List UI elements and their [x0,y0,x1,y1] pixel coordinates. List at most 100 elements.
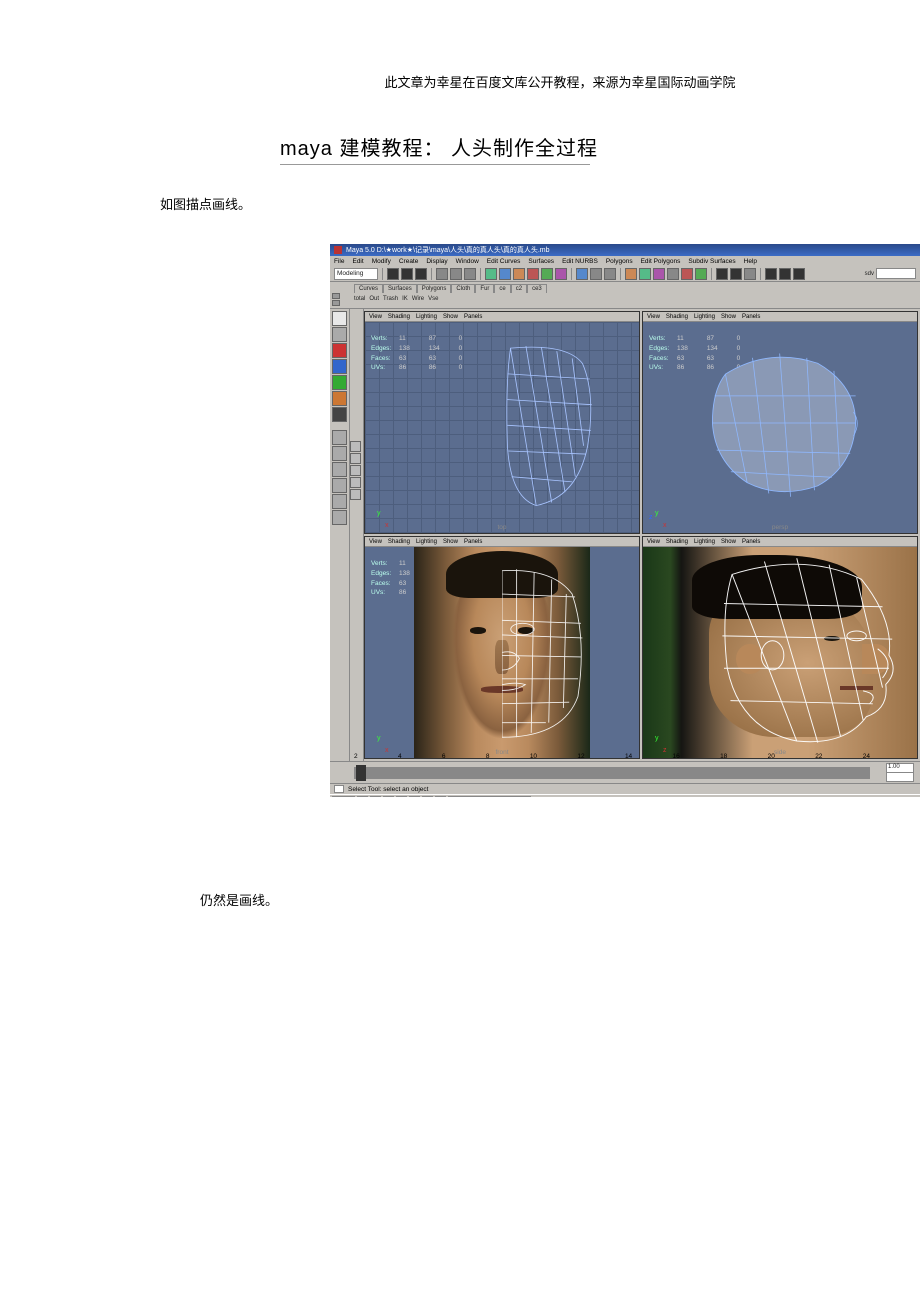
vp-shading[interactable]: Shading [388,539,410,545]
shelf-tab-polygons[interactable]: Polygons [417,284,452,293]
tb-d-icon[interactable] [716,268,728,280]
shelf-tab-cloth[interactable]: Cloth [451,284,475,293]
tb-snap6-icon[interactable] [555,268,567,280]
menu-editcurves[interactable]: Edit Curves [487,258,521,265]
menu-create[interactable]: Create [399,258,419,265]
mode-combo[interactable]: Modeling [334,268,378,280]
tray-icon[interactable] [409,796,420,797]
vp-view[interactable]: View [369,539,382,545]
tb-x-icon[interactable] [625,268,637,280]
tray-icon[interactable] [435,796,446,797]
menu-editnurbs[interactable]: Edit NURBS [562,258,598,265]
menu-file[interactable]: File [334,258,344,265]
tool-manip-icon[interactable] [332,391,347,406]
layout-three-icon[interactable] [332,478,347,493]
vp-view[interactable]: View [369,314,382,320]
tb-b-icon[interactable] [681,268,693,280]
timeline[interactable]: 24 68 1012 1416 1820 2224 1.00 [330,761,920,783]
tb-render-icon[interactable] [576,268,588,280]
vp-view[interactable]: View [647,314,660,320]
tool-last-icon[interactable] [332,407,347,422]
tb-lasso-icon[interactable] [450,268,462,280]
vp-lighting[interactable]: Lighting [416,539,437,545]
layout-b-icon[interactable] [332,510,347,525]
tool-scale-icon[interactable] [332,375,347,390]
tray-icon[interactable] [383,796,394,797]
menu-subdiv[interactable]: Subdiv Surfaces [688,258,735,265]
tb-input[interactable] [876,268,916,279]
cmd-input[interactable] [334,785,344,793]
tb-save-icon[interactable] [415,268,427,280]
tb-snap2-icon[interactable] [499,268,511,280]
tb-h-icon[interactable] [779,268,791,280]
tb-snap5-icon[interactable] [541,268,553,280]
menu-polygons[interactable]: Polygons [606,258,633,265]
vp-show[interactable]: Show [721,314,736,320]
vp-show[interactable]: Show [443,314,458,320]
tb-f-icon[interactable] [744,268,756,280]
viewport-side[interactable]: View Shading Lighting Show Panels Verts:… [642,536,918,759]
tb-new-icon[interactable] [387,268,399,280]
vp-show[interactable]: Show [721,539,736,545]
tray-icon[interactable] [396,796,407,797]
menu-display[interactable]: Display [426,258,447,265]
vp-show[interactable]: Show [443,539,458,545]
tb-e-icon[interactable] [730,268,742,280]
tray-icon[interactable] [422,796,433,797]
menu-edit[interactable]: Edit [352,258,363,265]
tb-snap3-icon[interactable] [513,268,525,280]
tray-icon[interactable] [357,796,368,797]
viewport-persp[interactable]: View Shading Lighting Show Panels Verts:… [642,311,918,534]
tb-sel-icon[interactable] [436,268,448,280]
menu-modify[interactable]: Modify [372,258,391,265]
tb-c-icon[interactable] [695,268,707,280]
shelf-tab-curves[interactable]: Curves [354,284,383,293]
vp-view[interactable]: View [647,539,660,545]
shelf-tab-surfaces[interactable]: Surfaces [383,284,417,293]
mini-e-icon[interactable] [350,489,361,500]
menu-window[interactable]: Window [456,258,479,265]
shelf-up-icon[interactable] [332,293,340,299]
tool-select-icon[interactable] [332,311,347,326]
vp-panels[interactable]: Panels [742,539,760,545]
layout-single-icon[interactable] [332,430,347,445]
tray-icon[interactable] [370,796,381,797]
mini-b-icon[interactable] [350,453,361,464]
mini-d-icon[interactable] [350,477,361,488]
time-track[interactable] [354,767,870,779]
start-button[interactable]: 开始 [332,796,355,797]
vp-panels[interactable]: Panels [464,314,482,320]
tool-move-icon[interactable] [332,343,347,358]
menu-help[interactable]: Help [744,258,757,265]
menu-surfaces[interactable]: Surfaces [528,258,554,265]
shelf-tab-ce3[interactable]: ce3 [527,284,547,293]
vp-lighting[interactable]: Lighting [416,314,437,320]
tool-lasso-icon[interactable] [332,327,347,342]
tb-snap4-icon[interactable] [527,268,539,280]
vp-shading[interactable]: Shading [388,314,410,320]
viewport-front[interactable]: View Shading Lighting Show Panels Verts:… [364,536,640,759]
shelf-tab-ce[interactable]: ce [494,284,510,293]
menu-editpolygons[interactable]: Edit Polygons [641,258,681,265]
vp-shading[interactable]: Shading [666,539,688,545]
tb-ipr-icon[interactable] [590,268,602,280]
viewport-top[interactable]: View Shading Lighting Show Panels Verts:… [364,311,640,534]
mini-c-icon[interactable] [350,465,361,476]
vp-panels[interactable]: Panels [464,539,482,545]
shelf-tab-fur[interactable]: Fur [475,284,494,293]
tb-a-icon[interactable] [667,268,679,280]
shelf-down-icon[interactable] [332,300,340,306]
tb-z-icon[interactable] [653,268,665,280]
layout-four-icon[interactable] [332,446,347,461]
layout-two-icon[interactable] [332,462,347,477]
vp-lighting[interactable]: Lighting [694,314,715,320]
tb-open-icon[interactable] [401,268,413,280]
vp-lighting[interactable]: Lighting [694,539,715,545]
tb-paint-icon[interactable] [464,268,476,280]
shelf-tab-c2[interactable]: c2 [511,284,527,293]
layout-a-icon[interactable] [332,494,347,509]
tb-g-icon[interactable] [765,268,777,280]
mini-a-icon[interactable] [350,441,361,452]
tb-rg-icon[interactable] [604,268,616,280]
tool-rotate-icon[interactable] [332,359,347,374]
